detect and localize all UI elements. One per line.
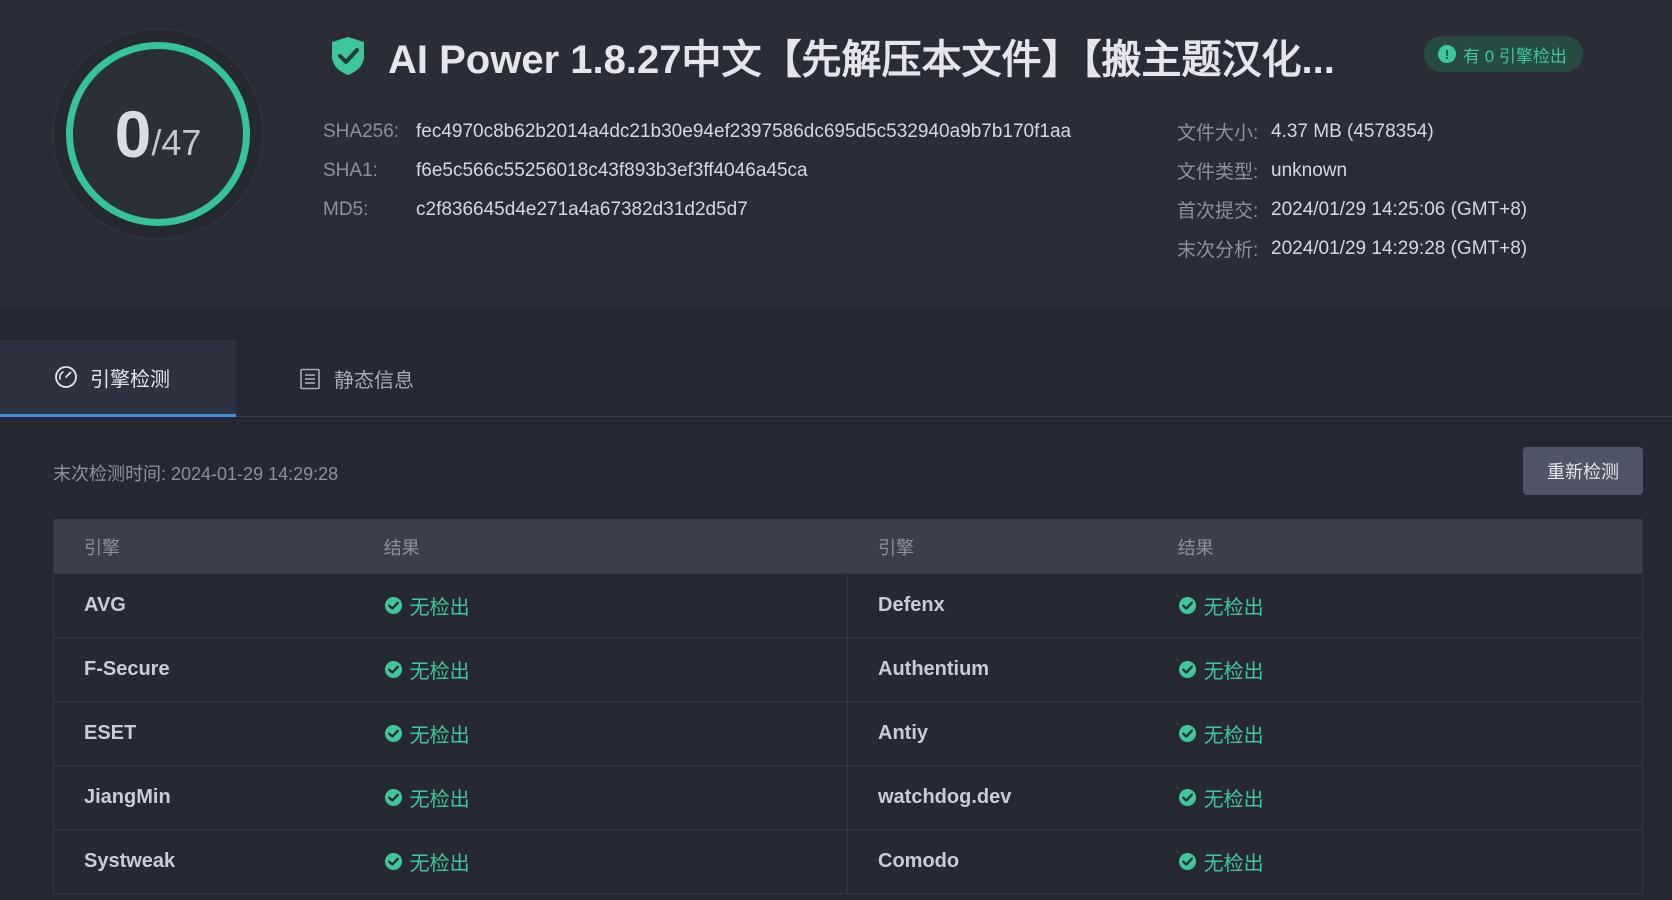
column-header-engine: 引擎 xyxy=(84,537,120,558)
engine-name: ESET xyxy=(84,722,137,744)
engine-name: Authentium xyxy=(878,658,990,680)
engine-total: /47 xyxy=(151,122,202,163)
detection-badge: ! 有 0 引擎检出 xyxy=(1424,36,1583,72)
tab-label: 静态信息 xyxy=(334,370,414,392)
engine-result: 无检出 xyxy=(1178,655,1642,684)
engine-name: JiangMin xyxy=(84,786,171,808)
hash-label: MD5: xyxy=(323,198,369,220)
meta-value: 2024/01/29 14:29:28 (GMT+8) xyxy=(1271,237,1528,259)
hash-row-sha1: SHA1: f6e5c566c55256018c43f893b3ef3ff404… xyxy=(323,151,1071,190)
check-circle-icon xyxy=(1178,660,1196,679)
hash-value[interactable]: c2f836645d4e271a4a67382d31d2d5d7 xyxy=(416,199,748,221)
meta-value: 2024/01/29 14:25:06 (GMT+8) xyxy=(1271,198,1528,220)
meta-label: 首次提交: xyxy=(1177,201,1259,222)
engine-name: watchdog.dev xyxy=(878,786,1012,808)
column-header-engine: 引擎 xyxy=(878,537,914,558)
gauge-icon xyxy=(55,366,77,388)
table-row: Systweak 无检出 Comodo 无检出 xyxy=(54,829,1642,893)
hash-label: SHA1: xyxy=(323,159,378,181)
table-row: AVG 无检出 Defenx 无检出 xyxy=(54,573,1642,637)
check-circle-icon xyxy=(1178,724,1196,743)
meta-label: 文件大小: xyxy=(1177,123,1259,144)
table-header: 引擎 结果 引擎 结果 xyxy=(54,520,1642,573)
result-text: 无检出 xyxy=(409,853,470,875)
engine-result: 无检出 xyxy=(384,591,470,620)
detected-count: 0 xyxy=(114,97,152,171)
engine-result: 无检出 xyxy=(1178,591,1642,620)
result-text: 无检出 xyxy=(1203,661,1264,683)
meta-row-type: 文件类型: unknown xyxy=(1177,151,1527,190)
engine-result: 无检出 xyxy=(384,783,470,812)
result-text: 无检出 xyxy=(1203,789,1264,811)
engine-name: Systweak xyxy=(84,850,176,872)
last-check-time: 末次检测时间: 2024-01-29 14:29:28 xyxy=(53,464,339,484)
table-row: F-Secure 无检出 Authentium 无检出 xyxy=(54,637,1642,701)
hash-value[interactable]: fec4970c8b62b2014a4dc21b30e94ef2397586dc… xyxy=(416,121,1071,143)
tab-bar: 引擎检测 静态信息 xyxy=(0,340,1672,417)
meta-value: unknown xyxy=(1271,159,1348,181)
result-text: 无检出 xyxy=(1203,853,1264,875)
engine-name: Defenx xyxy=(878,594,945,616)
engine-result: 无检出 xyxy=(384,655,470,684)
engine-name: F-Secure xyxy=(84,658,170,680)
detection-score: 0 /47 xyxy=(54,30,262,238)
check-circle-icon xyxy=(384,788,402,807)
score-ring: 0 /47 xyxy=(66,42,250,226)
meta-row-last-analysis: 末次分析: 2024/01/29 14:29:28 (GMT+8) xyxy=(1177,229,1527,268)
hash-value[interactable]: f6e5c566c55256018c43f893b3ef3ff4046a45ca xyxy=(416,160,808,182)
engine-name: Comodo xyxy=(878,850,960,872)
meta-label: 末次分析: xyxy=(1177,240,1259,261)
check-circle-icon xyxy=(1178,852,1196,871)
hash-label: SHA256: xyxy=(323,120,400,142)
engine-result: 无检出 xyxy=(384,719,470,748)
engine-result: 无检出 xyxy=(384,847,470,876)
meta-label: 文件类型: xyxy=(1177,162,1259,183)
meta-value: 4.37 MB (4578354) xyxy=(1271,120,1434,142)
check-circle-icon xyxy=(1178,596,1196,615)
file-summary-header: 0 /47 AI Power 1.8.27中文【先解压本文件】【搬主题汉化...… xyxy=(0,0,1672,309)
rescan-button[interactable]: 重新检测 xyxy=(1523,447,1643,495)
result-text: 无检出 xyxy=(409,661,470,683)
engine-result: 无检出 xyxy=(1178,719,1642,748)
meta-row-first-submit: 首次提交: 2024/01/29 14:25:06 (GMT+8) xyxy=(1177,190,1527,229)
meta-row-size: 文件大小: 4.37 MB (4578354) xyxy=(1177,112,1527,151)
result-text: 无检出 xyxy=(409,789,470,811)
check-circle-icon xyxy=(384,724,402,743)
engine-result: 无检出 xyxy=(1178,847,1642,876)
detection-badge-text: 有 0 引擎检出 xyxy=(1463,46,1567,66)
check-circle-icon xyxy=(384,852,402,871)
column-header-result: 结果 xyxy=(1177,537,1214,558)
result-text: 无检出 xyxy=(1203,597,1264,619)
check-circle-icon xyxy=(1178,788,1196,807)
file-meta-list: 文件大小: 4.37 MB (4578354) 文件类型: unknown 首次… xyxy=(1177,112,1527,268)
engine-name: Antiy xyxy=(878,722,928,744)
tab-label: 引擎检测 xyxy=(90,368,170,391)
engine-results-table: 引擎 结果 引擎 结果 AVG 无检出 Defenx 无检出 F-Secure … xyxy=(53,519,1643,894)
result-text: 无检出 xyxy=(409,725,470,747)
file-title: AI Power 1.8.27中文【先解压本文件】【搬主题汉化... xyxy=(388,38,1335,82)
result-text: 无检出 xyxy=(1203,725,1264,747)
engine-result: 无检出 xyxy=(1178,783,1642,812)
engine-name: AVG xyxy=(84,594,126,616)
hash-row-sha256: SHA256: fec4970c8b62b2014a4dc21b30e94ef2… xyxy=(323,112,1071,151)
list-icon xyxy=(300,368,320,389)
table-row: JiangMin 无检出 watchdog.dev 无检出 xyxy=(54,765,1642,829)
result-text: 无检出 xyxy=(409,597,470,619)
hash-list: SHA256: fec4970c8b62b2014a4dc21b30e94ef2… xyxy=(323,112,1071,229)
hash-row-md5: MD5: c2f836645d4e271a4a67382d31d2d5d7 xyxy=(323,190,1071,229)
shield-check-icon xyxy=(332,37,364,75)
check-circle-icon xyxy=(384,596,402,615)
tab-engine-detection[interactable]: 引擎检测 xyxy=(0,340,236,417)
alert-icon: ! xyxy=(1438,45,1456,63)
title-row: AI Power 1.8.27中文【先解压本文件】【搬主题汉化... xyxy=(330,30,1335,82)
table-row: ESET 无检出 Antiy 无检出 xyxy=(54,701,1642,765)
column-header-result: 结果 xyxy=(383,537,420,558)
tab-static-info[interactable]: 静态信息 xyxy=(236,340,456,417)
check-circle-icon xyxy=(384,660,402,679)
